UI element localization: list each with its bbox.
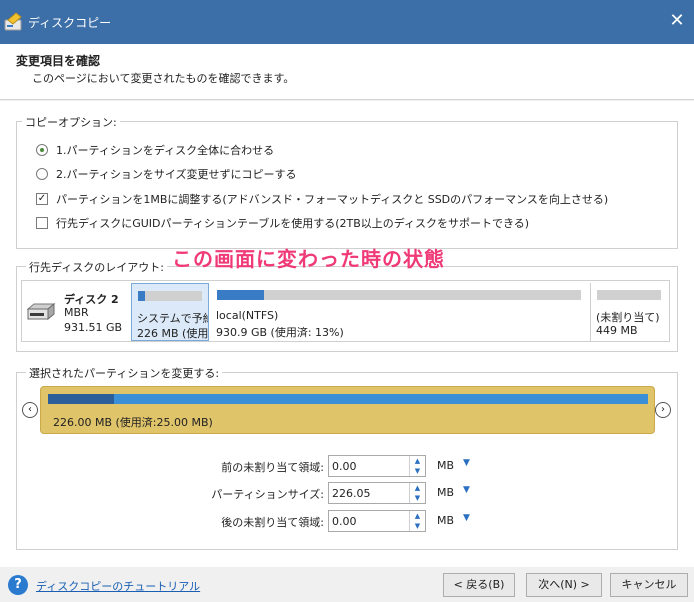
unit-dropdown-icon[interactable]: ▼ [463,458,470,468]
window-title: ディスクコピー [28,16,112,30]
hard-disk-icon [26,303,56,321]
spin-value[interactable]: 0.00 [332,460,357,473]
partition-usage-bar [217,290,581,300]
field-partition-size: パーティションサイズ: 226.05 ▲ ▼ MB ▼ [0,482,694,504]
checkbox-use-gpt[interactable] [36,217,48,229]
spin-buttons: ▲ ▼ [409,483,425,503]
unit-label: MB [437,459,455,472]
partition-size-input[interactable]: 226.05 ▲ ▼ [328,482,426,504]
chevron-left-icon[interactable]: ‹ [22,402,38,418]
annotation-text: この画面に変わった時の状態 [172,247,445,271]
partition-resize-handle[interactable]: 226.00 MB (使用済:25.00 MB) [40,386,655,434]
footer: ? ディスクコピーのチュートリアル < 戻る(B) 次へ(N) > キャンセル [0,567,694,602]
option-use-gpt[interactable]: 行先ディスクにGUIDパーティションテーブルを使用する(2TB以上のディスクをサ… [36,215,529,231]
field-unallocated-before: 前の未割り当て領域: 0.00 ▲ ▼ MB ▼ [0,455,694,477]
page-header: 変更項目を確認 このページにおいて変更されたものを確認できます。 [0,44,694,100]
field-unallocated-after: 後の未割り当て領域: 0.00 ▲ ▼ MB ▼ [0,510,694,532]
radio-fit-to-disk[interactable] [36,144,48,156]
spin-buttons: ▲ ▼ [409,456,425,476]
unallocated-after-input[interactable]: 0.00 ▲ ▼ [328,510,426,532]
option-align-1mb-label: パーティションを1MBに調整する(アドバンスド・フォーマットディスクと SSDの… [56,193,609,206]
spin-up-icon[interactable]: ▲ [410,511,425,521]
help-icon[interactable]: ? [8,575,28,595]
disk-type: MBR [64,306,89,319]
partition-usage-bar [597,290,661,300]
spin-down-icon[interactable]: ▼ [410,521,425,531]
next-button[interactable]: 次へ(N) > [526,573,602,597]
partition-size: 226 MB (使用 [137,327,209,340]
page-title: 変更項目を確認 [16,54,101,68]
option-use-gpt-label: 行先ディスクにGUIDパーティションテーブルを使用する(2TB以上のディスクをサ… [56,217,530,230]
tutorial-link[interactable]: ディスクコピーのチュートリアル [36,578,200,594]
page-subtitle: このページにおいて変更されたものを確認できます。 [32,72,295,85]
spin-down-icon[interactable]: ▼ [410,466,425,476]
partition-local-ntfs[interactable]: local(NTFS) 930.9 GB (使用済: 13%) [211,283,587,341]
title-bar: ディスクコピー ✕ [0,0,694,44]
resize-partition-legend: 選択されたパーティションを変更する: [26,365,223,381]
chevron-right-icon[interactable]: › [655,402,671,418]
close-icon[interactable]: ✕ [666,10,688,32]
cancel-button[interactable]: キャンセル [610,573,688,597]
resize-used-fill [48,394,114,404]
spin-down-icon[interactable]: ▼ [410,493,425,503]
destination-layout-legend: 行先ディスクのレイアウト: [26,259,167,275]
partition-size: 930.9 GB (使用済: 13%) [216,326,344,339]
disk-name: ディスク 2 [64,293,119,306]
spin-value[interactable]: 226.05 [332,487,371,500]
partition-usage-fill [138,291,146,301]
option-copy-without-resize-label: 2.パーティションをサイズ変更せずにコピーする [56,168,297,181]
resize-partition-label: 226.00 MB (使用済:25.00 MB) [53,416,213,429]
checkbox-align-1mb[interactable]: ✓ [36,193,48,205]
spin-up-icon[interactable]: ▲ [410,483,425,493]
unit-label: MB [437,486,455,499]
disk-info[interactable]: ディスク 2 MBR 931.51 GB [22,281,130,341]
field-label: パーティションサイズ: [211,488,324,501]
unit-dropdown-icon[interactable]: ▼ [463,485,470,495]
partition-usage-fill [217,290,265,300]
disk-map: ディスク 2 MBR 931.51 GB システムで予約 226 MB (使用 … [21,280,670,342]
spin-value[interactable]: 0.00 [332,515,357,528]
spin-buttons: ▲ ▼ [409,511,425,531]
partition-name: (未割り当て) [596,311,660,324]
disk-size: 931.51 GB [64,321,123,334]
copy-options-legend: コピーオプション: [22,114,120,130]
field-label: 前の未割り当て領域: [221,461,324,474]
partition-system-reserved[interactable]: システムで予約 226 MB (使用 [131,283,209,341]
partition-size: 449 MB [596,324,638,337]
spin-up-icon[interactable]: ▲ [410,456,425,466]
field-label: 後の未割り当て領域: [221,516,324,529]
resize-usage-bar [48,394,648,404]
partition-unallocated[interactable]: (未割り当て) 449 MB [590,283,668,341]
partition-name: システムで予約 [137,312,209,325]
option-fit-to-disk[interactable]: 1.パーティションをディスク全体に合わせる [36,142,274,158]
option-fit-to-disk-label: 1.パーティションをディスク全体に合わせる [56,144,275,157]
unit-label: MB [437,514,455,527]
partition-usage-bar [138,291,202,301]
unallocated-before-input[interactable]: 0.00 ▲ ▼ [328,455,426,477]
disk-copy-app-icon [4,12,22,31]
option-copy-without-resize[interactable]: 2.パーティションをサイズ変更せずにコピーする [36,166,297,182]
option-align-1mb[interactable]: ✓ パーティションを1MBに調整する(アドバンスド・フォーマットディスクと SS… [36,191,608,207]
back-button[interactable]: < 戻る(B) [443,573,515,597]
radio-copy-without-resize[interactable] [36,168,48,180]
unit-dropdown-icon[interactable]: ▼ [463,513,470,523]
partition-name: local(NTFS) [216,309,279,322]
